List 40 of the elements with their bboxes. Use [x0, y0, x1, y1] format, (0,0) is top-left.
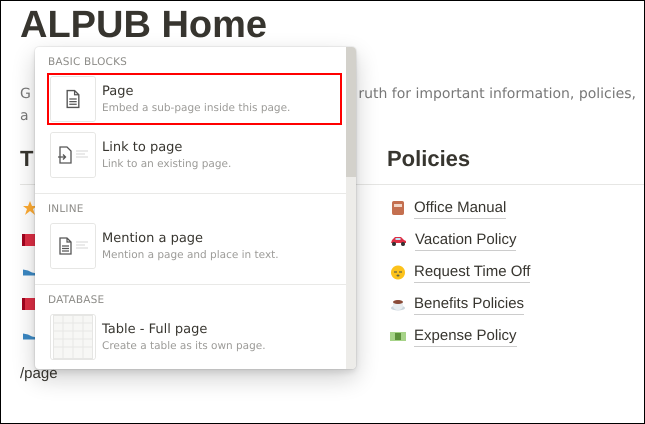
page-title: ALPUB Home: [20, 5, 268, 45]
menu-item[interactable]: Page Embed a sub-page inside this page.: [47, 73, 342, 125]
description-text: ruth for important information, policies,: [358, 85, 636, 104]
item-title: Table - Full page: [102, 322, 208, 337]
linked-document-icon: [57, 145, 89, 165]
book-icon: [390, 200, 406, 216]
item-description: Mention a page and place in text.: [102, 249, 279, 261]
page-link[interactable]: Request Time Off: [414, 262, 530, 282]
menu-item[interactable]: Table - Full page Create a table as its own page.: [47, 311, 342, 363]
section-heading: Policies: [386, 145, 470, 173]
book-icon: [22, 298, 36, 310]
item-description: Embed a sub-page inside this page.: [102, 102, 290, 114]
item-description: Create a table as its own page.: [102, 340, 266, 352]
menu-item[interactable]: Mention a page Mention a page and place in text.: [47, 220, 342, 272]
shoe-icon: [22, 268, 38, 276]
table-grid-icon: [53, 315, 93, 359]
section-header: DATABASE: [47, 293, 104, 308]
item-description: Link to an existing page.: [102, 158, 232, 170]
item-title: Link to page: [102, 140, 184, 155]
description-text: a: [20, 107, 29, 126]
description-text: G: [20, 85, 31, 104]
star-icon: [22, 200, 38, 216]
section-header: BASIC BLOCKS: [47, 55, 128, 70]
page-link[interactable]: Vacation Policy: [415, 230, 516, 250]
shoe-icon: [22, 332, 38, 340]
menu-item[interactable]: Link to page Link to an existing page.: [47, 129, 342, 181]
item-title: Page: [102, 84, 134, 99]
page-link[interactable]: Office Manual: [414, 198, 506, 218]
section-header: INLINE: [47, 202, 84, 217]
scrollbar[interactable]: [346, 47, 356, 369]
section-heading: T: [20, 145, 34, 173]
typed-command: /page: [20, 365, 58, 382]
sleeping-face-icon: [390, 264, 406, 280]
document-icon: [64, 89, 82, 109]
scrollbar-thumb[interactable]: [346, 47, 356, 177]
book-icon: [22, 234, 36, 246]
page-link[interactable]: Benefits Policies: [414, 294, 524, 314]
item-title: Mention a page: [102, 231, 204, 246]
document-lines-icon: [57, 236, 89, 256]
page-link[interactable]: Expense Policy: [414, 326, 517, 346]
